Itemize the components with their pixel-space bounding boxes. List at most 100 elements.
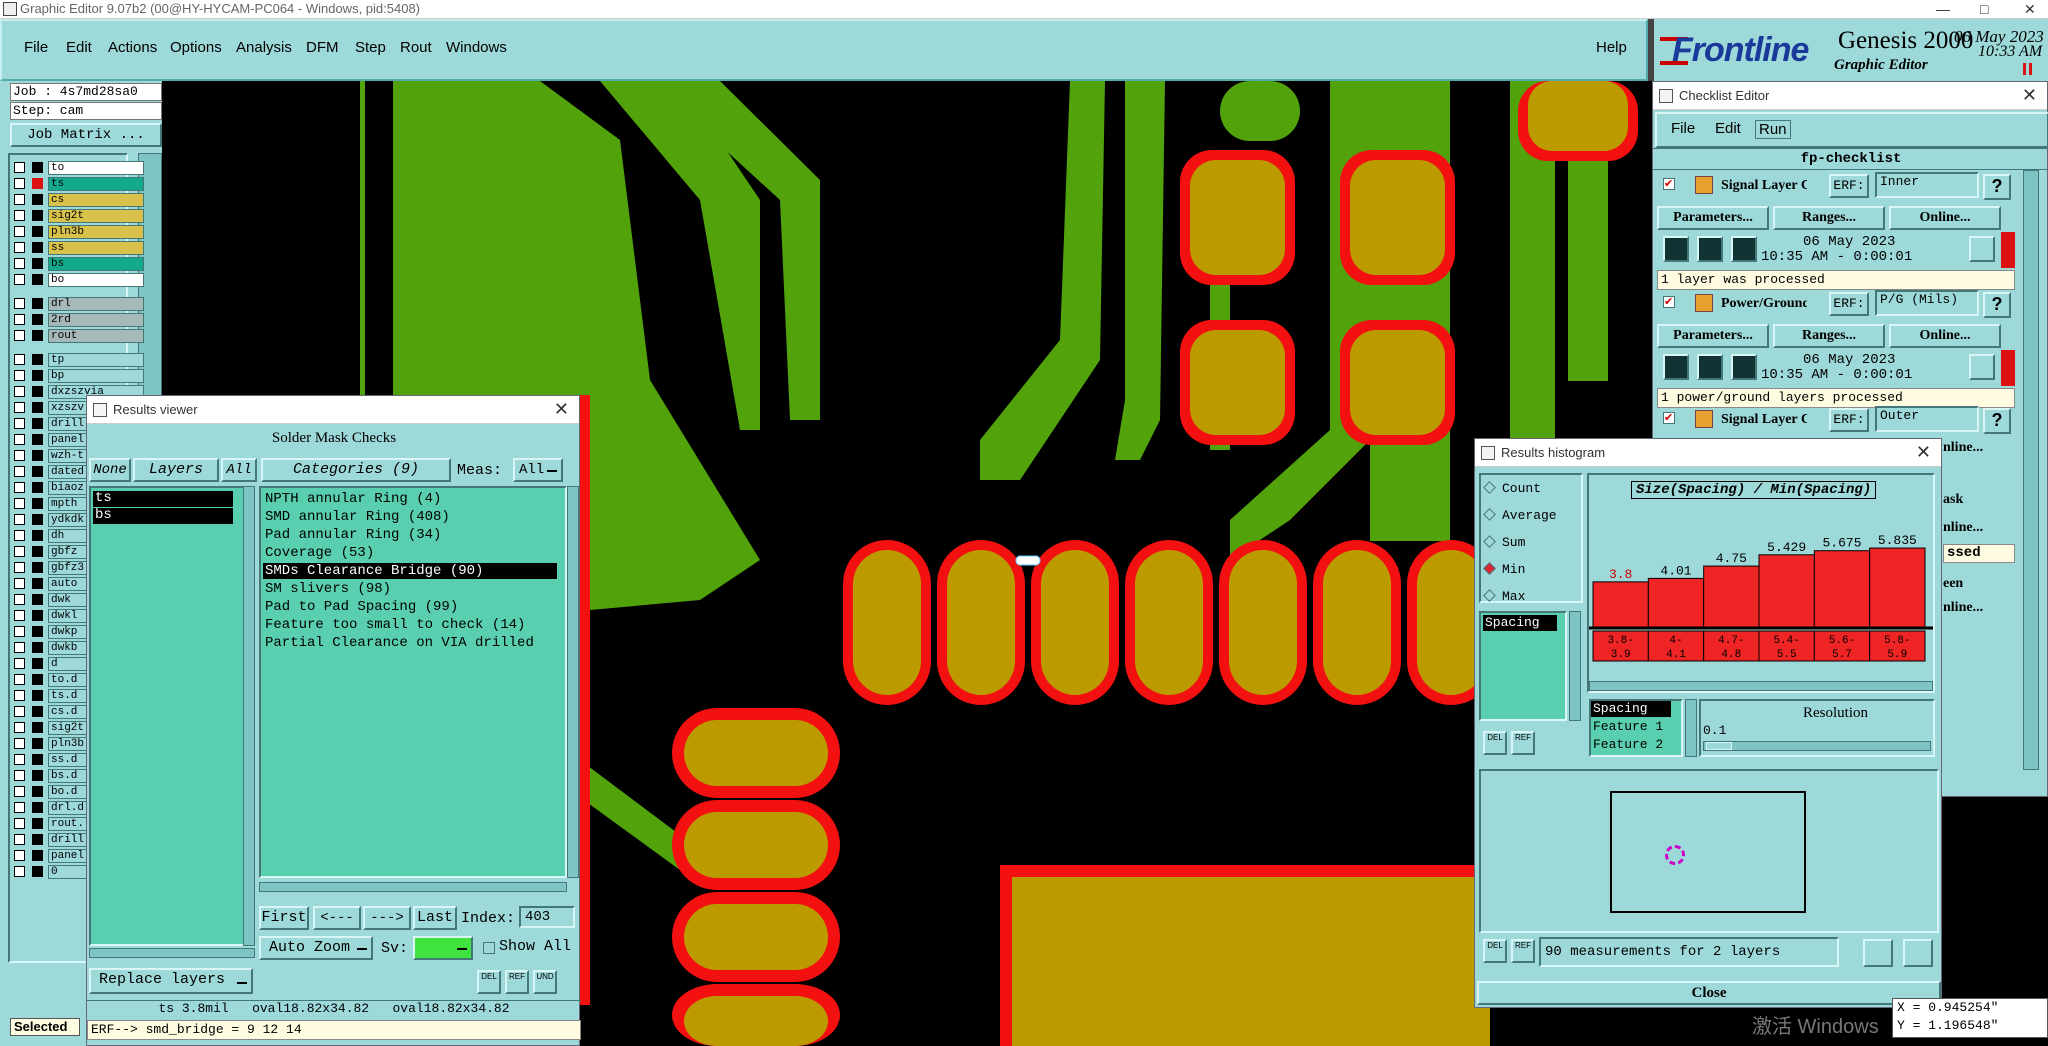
layer-color-swatch[interactable] (32, 258, 43, 269)
last-button[interactable]: Last (413, 906, 457, 930)
categories-list[interactable]: NPTH annular Ring (4) SMD annular Ring (4… (259, 486, 567, 878)
run-action-icon[interactable] (1697, 236, 1723, 262)
histogram-bar[interactable] (1813, 550, 1871, 628)
layer-checkbox[interactable] (14, 866, 25, 877)
run-action-icon[interactable] (1697, 354, 1723, 380)
layer-checkbox[interactable] (14, 722, 25, 733)
list-item[interactable]: Feature 1 (1591, 719, 1663, 734)
layer-checkbox[interactable] (14, 386, 25, 397)
layer-color-swatch[interactable] (32, 450, 43, 461)
layer-checkbox[interactable] (14, 706, 25, 717)
layer-checkbox[interactable] (14, 818, 25, 829)
layer-checkbox[interactable] (14, 610, 25, 621)
undo-icon[interactable]: UND (533, 970, 557, 994)
layer-checkbox[interactable] (14, 330, 25, 341)
layer-color-swatch[interactable] (32, 162, 43, 173)
category-item[interactable]: Partial Clearance on VIA drilled (263, 635, 557, 651)
del-icon[interactable]: DEL (1483, 731, 1507, 755)
layer-checkbox[interactable] (14, 498, 25, 509)
category-item[interactable]: Pad to Pad Spacing (99) (263, 599, 557, 615)
layer-color-swatch[interactable] (32, 674, 43, 685)
layer-checkbox[interactable] (14, 418, 25, 429)
layer-color-swatch[interactable] (32, 178, 43, 189)
help-icon[interactable]: ? (1983, 408, 2011, 434)
mode-radio-count[interactable]: Count (1483, 481, 1541, 496)
ranges-button[interactable]: Ranges... (1773, 206, 1885, 230)
layer-checkbox[interactable] (14, 482, 25, 493)
layer-checkbox[interactable] (14, 226, 25, 237)
next-button[interactable]: ---> (363, 906, 411, 930)
chart-hscrollbar[interactable] (1589, 681, 1933, 691)
list-item[interactable]: Spacing (1591, 701, 1671, 717)
erf-value[interactable]: P/G (Mils) (1875, 290, 1979, 316)
layer-checkbox[interactable] (14, 466, 25, 477)
layer-color-swatch[interactable] (32, 498, 43, 509)
close-icon[interactable]: ✕ (554, 396, 569, 423)
run-action-icon[interactable] (1663, 354, 1689, 380)
erf-value[interactable]: Inner (1875, 172, 1979, 198)
layer-name[interactable]: drl (48, 297, 144, 311)
menu-analysis[interactable]: Analysis (236, 39, 292, 56)
layer-color-swatch[interactable] (32, 386, 43, 397)
layer-checkbox[interactable] (14, 642, 25, 653)
layer-color-swatch[interactable] (32, 626, 43, 637)
mode-radio-max[interactable]: Max (1483, 589, 1525, 604)
parameters-button[interactable]: Parameters... (1657, 206, 1769, 230)
run-action-icon[interactable] (1663, 236, 1689, 262)
histogram-bar[interactable] (1703, 565, 1760, 628)
zoom-in-icon[interactable] (1863, 939, 1893, 967)
layer-checkbox[interactable] (14, 562, 25, 573)
layer-checkbox[interactable] (14, 770, 25, 781)
layer-checkbox[interactable] (14, 162, 25, 173)
measure-list[interactable]: Spacing (1479, 611, 1567, 721)
layer-name[interactable]: rout (48, 329, 144, 343)
menu-file[interactable]: File (24, 39, 48, 56)
zoom-icon[interactable] (1969, 354, 1995, 380)
layer-checkbox[interactable] (14, 450, 25, 461)
minimize-button[interactable]: — (1936, 0, 1950, 18)
mode-radio-sum[interactable]: Sum (1483, 535, 1525, 550)
layer-color-swatch[interactable] (32, 418, 43, 429)
layer-checkbox[interactable] (14, 690, 25, 701)
layer-color-swatch[interactable] (32, 818, 43, 829)
meas-select[interactable]: All (513, 458, 563, 482)
histogram-bar[interactable] (1869, 547, 1926, 628)
layer-name[interactable]: bp (48, 369, 144, 383)
layer-checkbox[interactable] (14, 274, 25, 285)
menu-edit[interactable]: Edit (66, 39, 92, 56)
del-icon[interactable]: DEL (477, 970, 501, 994)
menu-step[interactable]: Step (355, 39, 386, 56)
list-item[interactable]: Spacing (1483, 615, 1557, 631)
check-item-checkbox[interactable]: ✔ (1663, 178, 1675, 190)
menu-options[interactable]: Options (170, 39, 222, 56)
job-matrix-button[interactable]: Job Matrix ... (10, 123, 162, 147)
layers-scrollbar[interactable] (243, 486, 255, 946)
layer-color-swatch[interactable] (32, 578, 43, 589)
replace-layers-select[interactable]: Replace layers (89, 968, 253, 994)
layer-color-swatch[interactable] (32, 690, 43, 701)
histogram-chart[interactable]: 3.8 3.8- 3.9 4.01 4- 4.1 4.75 4.7- 4.8 5.429 5.4- 5… (1589, 499, 1933, 679)
checklist-scrollbar[interactable] (2023, 170, 2039, 770)
layer-checkbox[interactable] (14, 314, 25, 325)
layer-name[interactable]: pln3b (48, 225, 144, 239)
layer-name[interactable]: sig2t (48, 209, 144, 223)
close-icon[interactable]: ✕ (2022, 82, 2037, 109)
layer-color-swatch[interactable] (32, 706, 43, 717)
layer-checkbox[interactable] (14, 242, 25, 253)
histogram-bar[interactable] (1592, 581, 1649, 628)
layer-color-swatch[interactable] (32, 298, 43, 309)
layer-color-swatch[interactable] (32, 802, 43, 813)
layer-color-swatch[interactable] (32, 194, 43, 205)
layer-color-swatch[interactable] (32, 330, 43, 341)
layer-color-swatch[interactable] (32, 354, 43, 365)
histogram-bar[interactable] (1647, 577, 1705, 628)
list-item[interactable]: bs (93, 508, 233, 524)
layer-checkbox[interactable] (14, 210, 25, 221)
parameters-button[interactable]: Parameters... (1657, 324, 1769, 348)
layer-name[interactable]: 2rd (48, 313, 144, 327)
menu-actions[interactable]: Actions (108, 39, 157, 56)
resolution-slider[interactable] (1703, 741, 1931, 751)
category-item[interactable]: Pad annular Ring (34) (263, 527, 557, 543)
layer-checkbox[interactable] (14, 194, 25, 205)
histogram-bar[interactable] (1758, 554, 1815, 628)
